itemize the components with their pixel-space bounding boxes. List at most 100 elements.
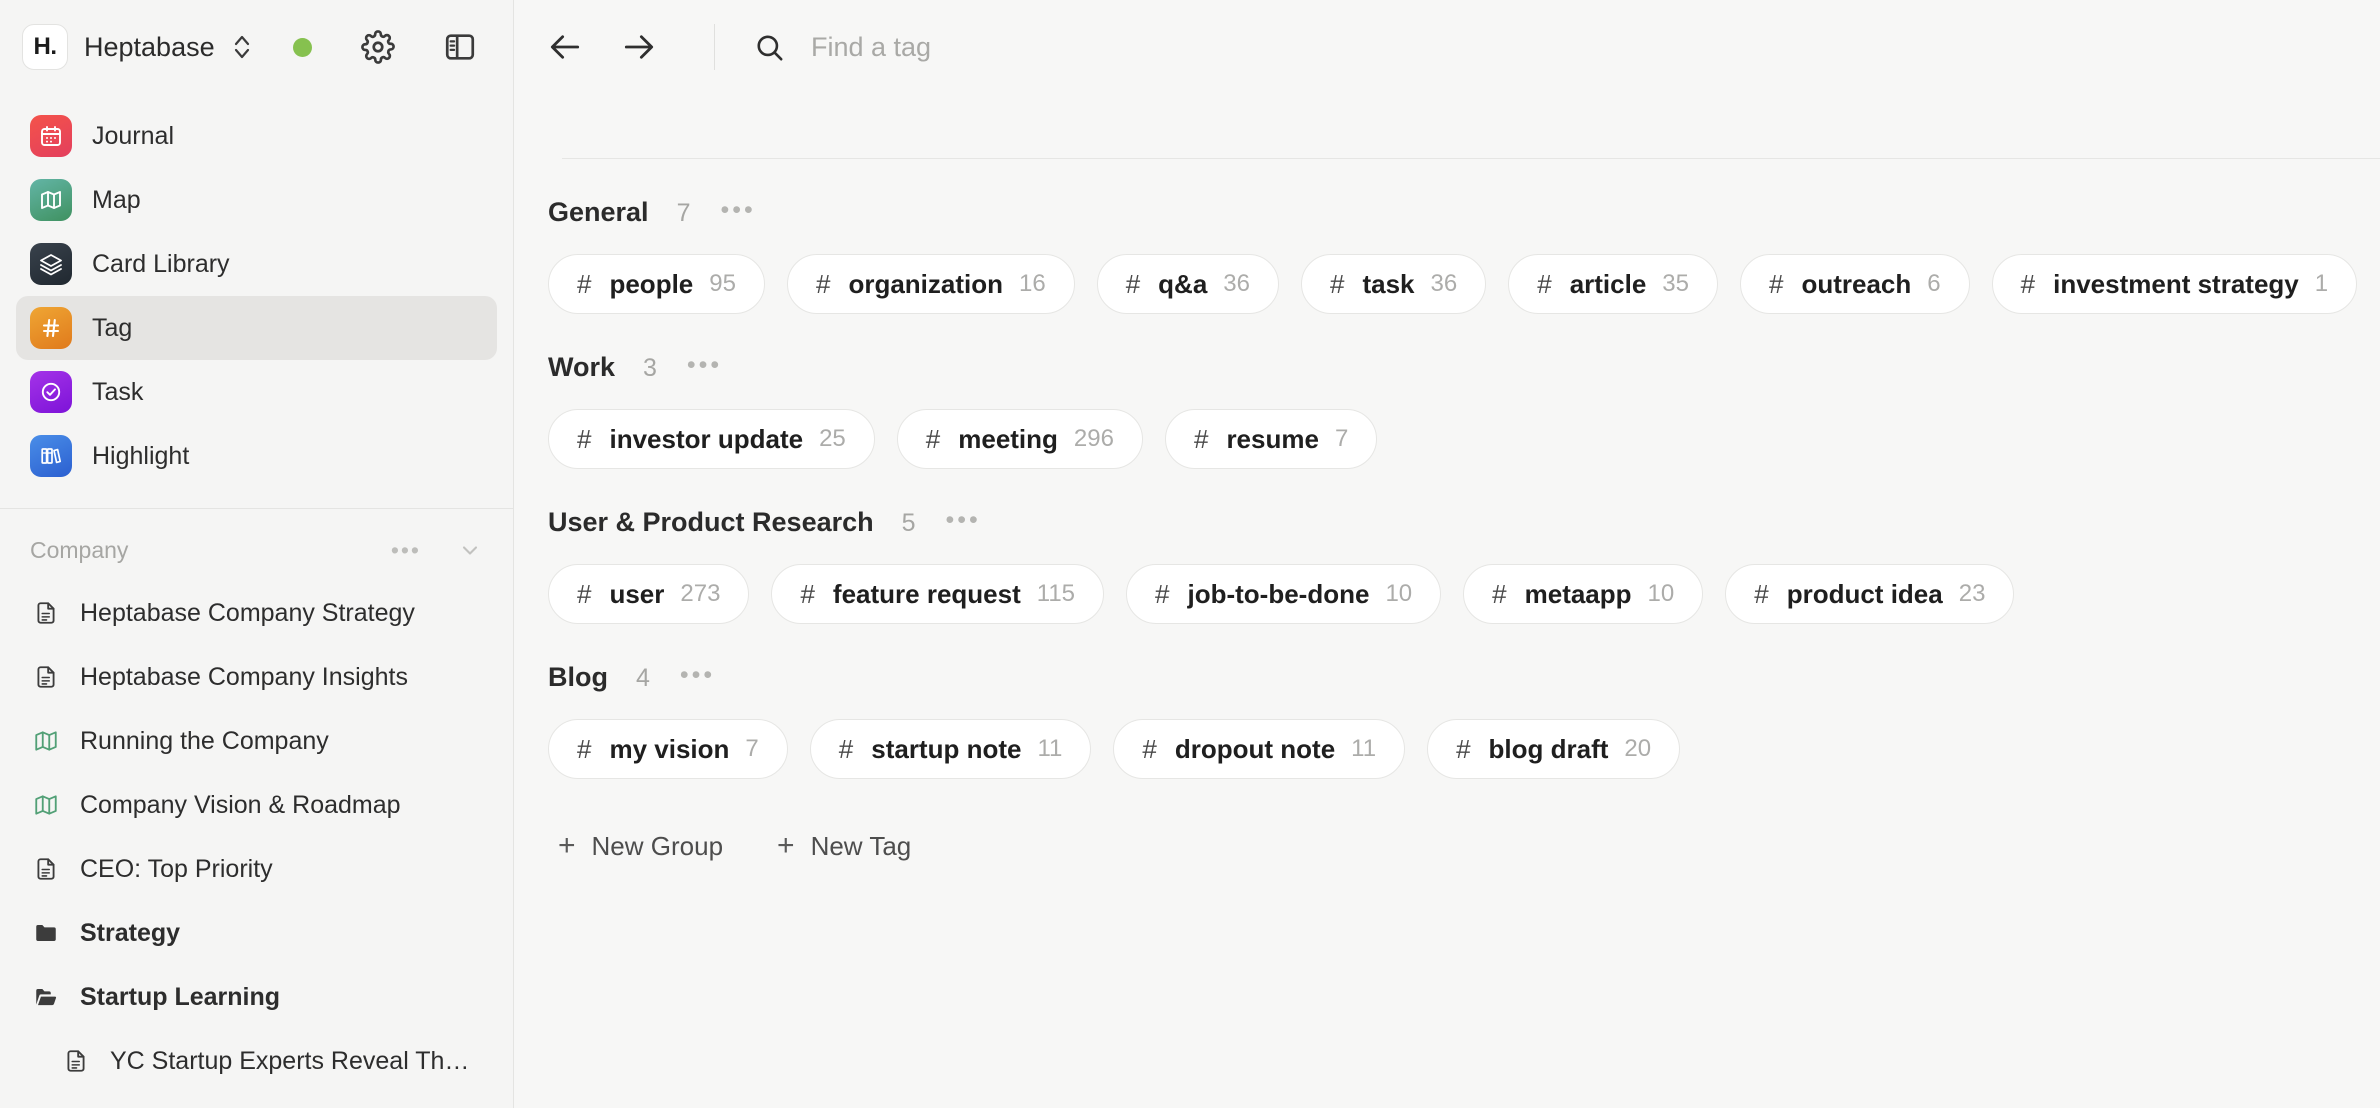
tag-name: outreach bbox=[1801, 268, 1912, 299]
gear-icon[interactable] bbox=[356, 25, 400, 69]
tag-pill-row: # investor update 25 # meeting 296 # res… bbox=[514, 383, 2380, 469]
hash-icon: # bbox=[815, 268, 831, 299]
hash-icon: # bbox=[577, 733, 592, 764]
tag-pill[interactable]: # outreach 6 bbox=[1740, 254, 1970, 314]
primary-nav: Journal Map Card Library Tag Task Highli… bbox=[0, 94, 513, 488]
sync-status-dot[interactable] bbox=[292, 37, 312, 57]
plus-icon: + bbox=[558, 828, 576, 862]
document-icon bbox=[60, 1046, 91, 1077]
tag-board: General 7 ••• # people 95 # organization… bbox=[514, 94, 2380, 1108]
tag-name: people bbox=[609, 268, 694, 299]
sidebar-item-highlight[interactable]: Highlight bbox=[16, 424, 497, 488]
tag-count: 115 bbox=[1036, 580, 1076, 607]
hash-icon: # bbox=[925, 423, 941, 454]
sidebar-section-header[interactable]: Company ••• bbox=[0, 519, 513, 581]
list-item[interactable]: YC Startup Experts Reveal Thei… bbox=[16, 1029, 497, 1093]
sidebar-item-card-library[interactable]: Card Library bbox=[16, 232, 497, 296]
tag-group-count: 7 bbox=[676, 199, 691, 227]
document-icon bbox=[30, 598, 61, 629]
tag-pill[interactable]: # user 273 bbox=[548, 564, 750, 624]
tag-pill[interactable]: # startup note 11 bbox=[809, 719, 1092, 779]
hash-icon: # bbox=[1769, 268, 1784, 299]
plus-icon: + bbox=[777, 828, 795, 862]
tag-pill[interactable]: # resume 7 bbox=[1164, 409, 1378, 469]
workspace-name[interactable]: Heptabase bbox=[84, 32, 215, 63]
list-item[interactable]: Company Vision & Roadmap bbox=[16, 773, 497, 837]
arrow-right-icon[interactable] bbox=[614, 22, 664, 72]
sidebar-divider bbox=[0, 508, 513, 509]
ellipsis-icon[interactable]: ••• bbox=[946, 508, 981, 533]
list-item[interactable]: Heptabase Company Insights bbox=[16, 645, 497, 709]
search-bar[interactable] bbox=[751, 29, 2380, 65]
calendar-icon bbox=[30, 115, 72, 157]
list-item[interactable]: Running the Company bbox=[16, 709, 497, 773]
chevron-up-down-icon[interactable] bbox=[229, 30, 255, 64]
search-input[interactable] bbox=[811, 31, 1371, 63]
ellipsis-icon[interactable]: ••• bbox=[391, 538, 421, 562]
chevron-down-icon[interactable] bbox=[457, 537, 483, 563]
tag-name: user bbox=[609, 578, 665, 609]
list-item[interactable]: Heptabase Company Strategy bbox=[16, 581, 497, 645]
list-item[interactable]: CEO: Top Priority bbox=[16, 837, 497, 901]
ellipsis-icon[interactable]: ••• bbox=[680, 663, 715, 688]
new-group-button[interactable]: + New Group bbox=[548, 823, 733, 870]
sidebar-item-tag[interactable]: Tag bbox=[16, 296, 497, 360]
toolbar bbox=[514, 0, 2380, 94]
tag-group-header: User & Product Research 5 ••• bbox=[514, 469, 2380, 538]
tag-pill[interactable]: # investment strategy 1 bbox=[1991, 254, 2358, 314]
tag-pill[interactable]: # article 35 bbox=[1508, 254, 1718, 314]
app-root: H. Heptabase Journal Map Card Library Ta… bbox=[0, 0, 2380, 1108]
tag-pill[interactable]: # investor update 25 bbox=[548, 409, 875, 469]
books-icon bbox=[30, 435, 72, 477]
list-item-label: Heptabase Company Insights bbox=[80, 662, 408, 691]
tag-pill[interactable]: # people 95 bbox=[548, 254, 765, 314]
sidebar: H. Heptabase Journal Map Card Library Ta… bbox=[0, 0, 514, 1108]
tag-count: 10 bbox=[1385, 580, 1413, 607]
tag-name: startup note bbox=[871, 733, 1022, 764]
sidebar-item-map[interactable]: Map bbox=[16, 168, 497, 232]
hash-icon: # bbox=[1537, 268, 1552, 299]
map-icon bbox=[30, 179, 72, 221]
tag-pill[interactable]: # my vision 7 bbox=[548, 719, 788, 779]
tag-pill[interactable]: # task 36 bbox=[1301, 254, 1487, 314]
new-group-label: New Group bbox=[591, 831, 724, 861]
ellipsis-icon[interactable]: ••• bbox=[720, 198, 755, 223]
tag-count: 36 bbox=[1430, 270, 1458, 297]
hash-icon: # bbox=[800, 578, 815, 609]
tag-name: my vision bbox=[609, 733, 730, 764]
arrow-left-icon[interactable] bbox=[540, 22, 590, 72]
tag-pill[interactable]: # meeting 296 bbox=[896, 409, 1143, 469]
tag-pill[interactable]: # metaapp 10 bbox=[1463, 564, 1704, 624]
board-footer-actions: + New Group + New Tag bbox=[514, 779, 2380, 870]
tag-pill[interactable]: # q&a 36 bbox=[1096, 254, 1279, 314]
tag-pill[interactable]: # blog draft 20 bbox=[1427, 719, 1681, 779]
heptabase-logo-icon[interactable]: H. bbox=[22, 24, 68, 70]
tag-group-name[interactable]: Blog bbox=[548, 662, 608, 693]
toggle-sidebar-icon[interactable] bbox=[438, 25, 482, 69]
tag-pill[interactable]: # job-to-be-done 10 bbox=[1126, 564, 1442, 624]
list-item[interactable]: Strategy bbox=[16, 901, 497, 965]
tag-group-name[interactable]: User & Product Research bbox=[548, 507, 874, 538]
sidebar-item-task[interactable]: Task bbox=[16, 360, 497, 424]
tag-pill[interactable]: # dropout note 11 bbox=[1113, 719, 1406, 779]
hash-icon: # bbox=[1456, 733, 1471, 764]
tag-name: organization bbox=[848, 268, 1003, 299]
sidebar-item-journal[interactable]: Journal bbox=[16, 104, 497, 168]
ellipsis-icon[interactable]: ••• bbox=[687, 353, 722, 378]
tag-name: investment strategy bbox=[2053, 268, 2299, 299]
hash-icon: # bbox=[1155, 578, 1170, 609]
new-tag-button[interactable]: + New Tag bbox=[767, 823, 921, 870]
tag-pill[interactable]: # organization 16 bbox=[786, 254, 1075, 314]
tag-group-name[interactable]: General bbox=[548, 197, 649, 228]
tag-group-work: Work 3 ••• # investor update 25 # meetin… bbox=[514, 314, 2380, 469]
hash-icon: # bbox=[1492, 578, 1507, 609]
tag-pill[interactable]: # feature request 115 bbox=[771, 564, 1105, 624]
hash-icon: # bbox=[577, 268, 592, 299]
tag-group-name[interactable]: Work bbox=[548, 352, 615, 383]
tag-name: blog draft bbox=[1488, 733, 1609, 764]
tag-count: 7 bbox=[1334, 425, 1349, 452]
list-item[interactable]: Startup Learning bbox=[16, 965, 497, 1029]
tag-pill[interactable]: # product idea 23 bbox=[1725, 564, 2015, 624]
list-item-label: CEO: Top Priority bbox=[80, 854, 273, 883]
hash-icon: # bbox=[1330, 268, 1345, 299]
